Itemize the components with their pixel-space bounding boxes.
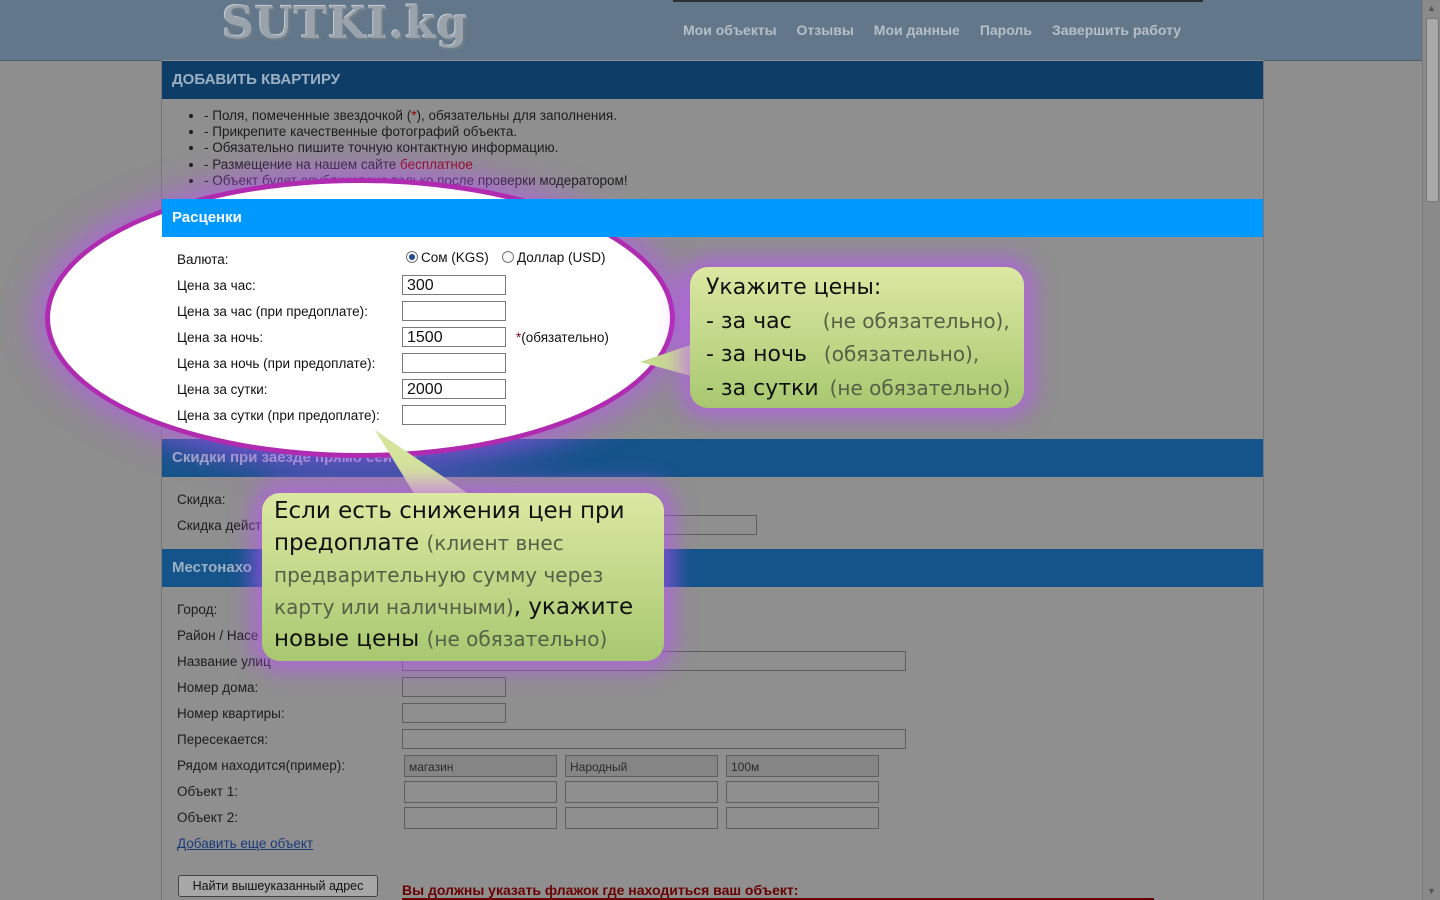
object1-name-input[interactable] bbox=[565, 781, 718, 803]
prices-callout-item: - за час (не обязательно), bbox=[706, 308, 1010, 334]
object2-name-input[interactable] bbox=[565, 807, 718, 829]
price-day-input[interactable]: 2000 bbox=[402, 379, 506, 399]
nearby-example-type[interactable]: магазин bbox=[404, 755, 557, 777]
header-divider bbox=[673, 0, 1203, 2]
street-label: Название улиц bbox=[177, 654, 271, 669]
price-day-label: Цена за сутки: bbox=[177, 382, 268, 397]
nav-logout[interactable]: Завершить работу bbox=[1052, 22, 1181, 38]
prepay-callout: Если есть снижения цен при предоплате (к… bbox=[262, 493, 664, 661]
price-night-prepay-input[interactable] bbox=[402, 353, 506, 373]
currency-label: Валюта: bbox=[177, 252, 229, 267]
nearby-label: Рядом находится(пример): bbox=[177, 758, 345, 773]
note-item: - Обязательно пишите точную контактную и… bbox=[204, 140, 628, 156]
discount-label: Скидка: bbox=[177, 492, 226, 507]
scroll-down-icon[interactable]: ▼ bbox=[1427, 886, 1436, 896]
instructions-list: - Поля, помеченные звездочкой (*), обяза… bbox=[190, 108, 628, 189]
price-hour-input[interactable]: 300 bbox=[402, 275, 506, 295]
object1-label: Объект 1: bbox=[177, 784, 238, 799]
page-title: ДОБАВИТЬ КВАРТИРУ bbox=[162, 61, 1263, 99]
price-night-label: Цена за ночь: bbox=[177, 330, 264, 345]
crossing-label: Пересекается: bbox=[177, 732, 269, 747]
nav-my-data[interactable]: Мои данные bbox=[874, 22, 960, 38]
add-object-link[interactable]: Добавить еще объект bbox=[177, 836, 313, 851]
scroll-up-icon[interactable]: ▲ bbox=[1427, 3, 1436, 13]
apartment-number-label: Номер квартиры: bbox=[177, 706, 285, 721]
nav-my-objects[interactable]: Мои объекты bbox=[683, 22, 777, 38]
object1-distance-input[interactable] bbox=[726, 781, 879, 803]
price-hour-prepay-label: Цена за час (при предоплате): bbox=[177, 304, 368, 319]
crossing-input[interactable] bbox=[402, 729, 906, 749]
required-note: *(обязательно) bbox=[516, 330, 609, 345]
price-night-prepay-label: Цена за ночь (при предоплате): bbox=[177, 356, 376, 371]
map-flag-warning: Вы должны указать флажок где находиться … bbox=[402, 882, 799, 898]
house-number-input[interactable] bbox=[402, 677, 506, 697]
find-address-button[interactable]: Найти вышеуказанный адрес bbox=[178, 875, 378, 897]
pricing-header: Расценки bbox=[162, 199, 1263, 237]
nearby-example-name[interactable]: Народный bbox=[565, 755, 718, 777]
note-item: - Прикрепите качественные фотографий объ… bbox=[204, 124, 628, 140]
site-logo[interactable]: SUTKI.kg bbox=[222, 0, 468, 49]
price-day-prepay-input[interactable] bbox=[402, 405, 506, 425]
prices-callout: Укажите цены: - за час (не обязательно),… bbox=[690, 267, 1024, 408]
currency-kgs[interactable]: Сом (KGS) bbox=[406, 250, 489, 265]
currency-usd[interactable]: Доллар (USD) bbox=[502, 250, 606, 265]
nearby-example-distance[interactable]: 100м bbox=[726, 755, 879, 777]
object2-label: Объект 2: bbox=[177, 810, 238, 825]
object2-distance-input[interactable] bbox=[726, 807, 879, 829]
scroll-thumb[interactable] bbox=[1426, 18, 1439, 202]
price-night-input[interactable]: 1500 bbox=[402, 327, 506, 347]
note-item: - Поля, помеченные звездочкой (*), обяза… bbox=[204, 108, 628, 124]
radio-icon[interactable] bbox=[406, 251, 418, 263]
note-item: - Размещение на нашем сайте бесплатное bbox=[204, 157, 628, 173]
radio-icon[interactable] bbox=[502, 251, 514, 263]
object1-type-input[interactable] bbox=[404, 781, 557, 803]
price-hour-label: Цена за час: bbox=[177, 278, 256, 293]
prices-callout-title: Укажите цены: bbox=[706, 275, 882, 300]
city-label: Город: bbox=[177, 602, 218, 617]
apartment-number-input[interactable] bbox=[402, 703, 506, 723]
prices-callout-item: - за сутки (не обязательно) bbox=[706, 375, 1011, 401]
house-number-label: Номер дома: bbox=[177, 680, 259, 695]
main-nav: Мои объекты Отзывы Мои данные Пароль Зав… bbox=[683, 22, 1181, 38]
nav-reviews[interactable]: Отзывы bbox=[797, 22, 854, 38]
price-hour-prepay-input[interactable] bbox=[402, 301, 506, 321]
district-label: Район / Насе bbox=[177, 628, 259, 643]
nav-password[interactable]: Пароль bbox=[980, 22, 1032, 38]
price-day-prepay-label: Цена за сутки (при предоплате): bbox=[177, 408, 380, 423]
object2-type-input[interactable] bbox=[404, 807, 557, 829]
site-header: SUTKI.kg Мои объекты Отзывы Мои данные П… bbox=[0, 0, 1422, 61]
prices-callout-item: - за ночь (обязательно), bbox=[706, 342, 980, 367]
page-scrollbar[interactable]: ▲ ▼ bbox=[1422, 0, 1440, 900]
discount-period-label: Скидка действ bbox=[177, 518, 269, 533]
